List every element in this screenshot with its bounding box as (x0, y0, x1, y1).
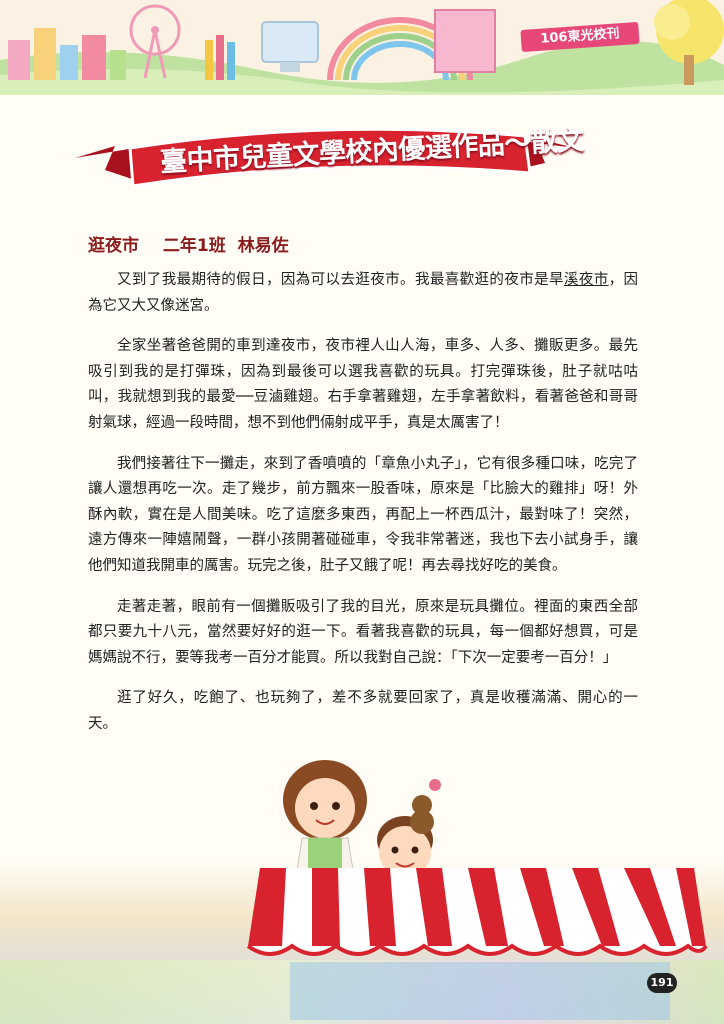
market-name: 溪夜市 (563, 272, 609, 288)
article-class: 二年1班 (162, 236, 226, 256)
paragraph-1-text: 又到了我最期待的假日，因為可以去逛夜市。我最喜歡逛的夜市是旱 (117, 272, 564, 288)
header-illustration (0, 0, 724, 95)
article-title: 逛夜市 (88, 236, 139, 256)
paragraph-5: 逛了好久，吃飽了、也玩夠了，差不多就要回家了，真是收穫滿滿、開心的一天。 (88, 690, 638, 732)
paragraph-3: 我們接著往下一攤走，來到了香噴噴的「章魚小丸子」，它有很多種口味，吃完了讓人還想… (88, 455, 638, 574)
page-number: 191 (647, 973, 677, 993)
article-author: 林易佐 (237, 236, 289, 256)
article-heading: 逛夜市 二年1班 林易佐 (88, 231, 307, 256)
article-body: 又到了我最期待的假日，因為可以去逛夜市。我最喜歡逛的夜市是旱溪夜市，因為它又大又… (88, 268, 638, 753)
paragraph-1: 又到了我最期待的假日，因為可以去逛夜市。我最喜歡逛的夜市是旱溪夜市，因為它又大又… (88, 268, 638, 319)
paragraph-2: 全家坐著爸爸開的車到達夜市，夜市裡人山人海，車多、人多、攤販更多。最先吸引到我的… (88, 338, 638, 431)
paragraph-4: 走著走著，眼前有一個攤販吸引了我的目光，原來是玩具攤位。裡面的東西全部都只要九十… (88, 598, 638, 666)
